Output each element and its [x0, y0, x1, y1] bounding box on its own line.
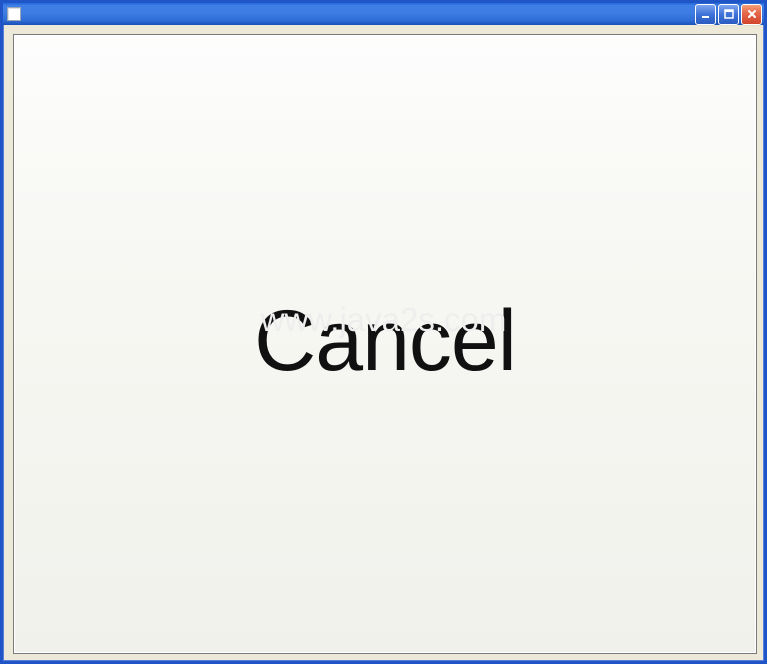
titlebar-buttons	[695, 4, 762, 25]
titlebar[interactable]	[3, 3, 764, 25]
cancel-button-label: Cancel	[254, 292, 516, 391]
minimize-icon	[700, 8, 712, 20]
app-icon	[7, 7, 21, 21]
client-area: Cancel	[13, 34, 757, 654]
minimize-button[interactable]	[695, 4, 716, 25]
close-icon	[746, 8, 758, 20]
cancel-button[interactable]: Cancel	[14, 35, 756, 653]
maximize-button[interactable]	[718, 4, 739, 25]
application-window: Cancel	[0, 0, 767, 664]
maximize-icon	[723, 8, 735, 20]
titlebar-left	[7, 7, 25, 21]
close-button[interactable]	[741, 4, 762, 25]
